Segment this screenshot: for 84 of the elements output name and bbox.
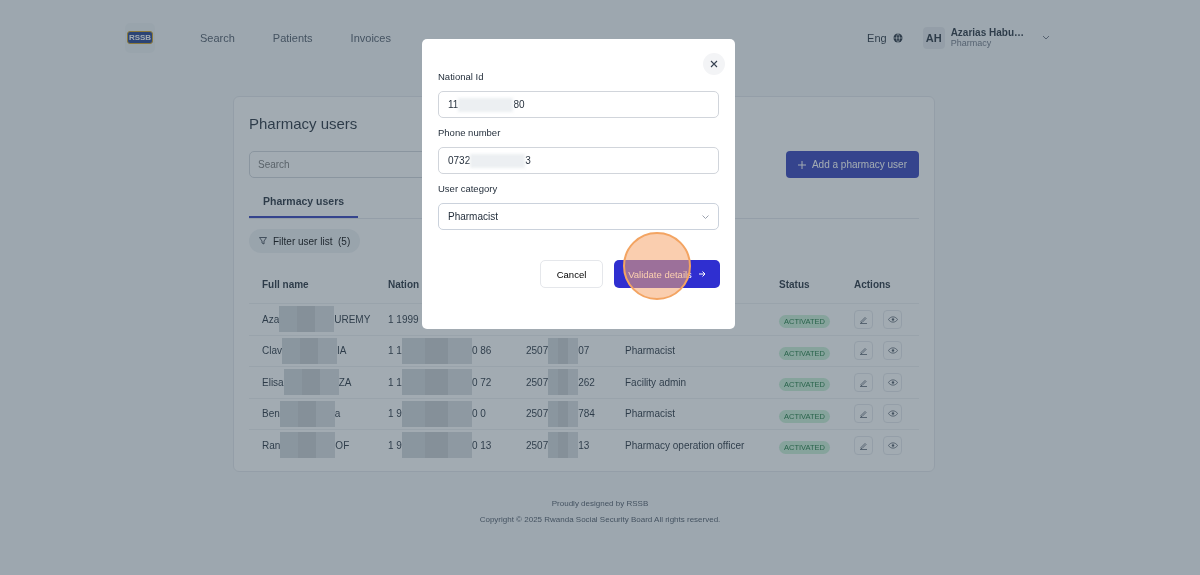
- table-cell: Aza UREMY: [262, 306, 388, 333]
- field-label: National Id: [438, 71, 485, 82]
- nav-link[interactable]: Invoices: [350, 31, 391, 44]
- view-button[interactable]: [883, 372, 902, 392]
- pencil-icon: [859, 409, 868, 419]
- table-cell: 2507 07: [526, 337, 625, 364]
- column-header: Actions: [854, 278, 892, 290]
- redacted-mosaic: [401, 432, 472, 459]
- edit-button[interactable]: [854, 372, 873, 392]
- eye-icon: [887, 410, 898, 418]
- field-label: Phone number: [438, 127, 502, 138]
- table-cell-text: Pharmacist: [625, 345, 676, 357]
- footer-text: Copyright © 2025 Rwanda Social Security Board All rights reserved.: [479, 515, 721, 524]
- eye-icon: [887, 441, 898, 449]
- table-cell: Clav IA: [262, 337, 388, 364]
- close-icon: [710, 60, 718, 68]
- redacted-mosaic: [280, 432, 336, 459]
- eye-icon: [887, 378, 898, 386]
- table-cell: 2507 784: [526, 400, 625, 427]
- view-button[interactable]: [883, 341, 902, 361]
- redacted-mosaic: [548, 400, 579, 427]
- column-header: Nation: [388, 278, 421, 290]
- eye-icon: [887, 347, 898, 355]
- select-field[interactable]: Pharmacist: [438, 203, 719, 230]
- redacted-mosaic: [401, 400, 472, 427]
- table-cell: Elisa ZA: [262, 369, 388, 396]
- arrow-right-icon: [698, 271, 706, 277]
- language-label[interactable]: Eng: [867, 31, 887, 44]
- edit-button[interactable]: [854, 435, 873, 455]
- table-cell-text: Pharmacist: [625, 408, 676, 420]
- plus-icon: [797, 160, 806, 169]
- table-cell: 1 9 0 13: [388, 432, 526, 459]
- input-field[interactable]: 0732 3: [438, 147, 719, 174]
- footer-text: Proudly designed by RSSB: [551, 499, 649, 508]
- column-header: Full name: [262, 278, 310, 290]
- chevron-down-icon[interactable]: [1042, 35, 1050, 40]
- redacted-mosaic: [401, 369, 472, 396]
- cancel-button[interactable]: Cancel: [540, 260, 603, 288]
- page-title: Pharmacy users: [249, 115, 359, 132]
- edit-button[interactable]: [854, 341, 873, 361]
- redacted-mosaic: [283, 369, 339, 396]
- nav-link[interactable]: Search: [200, 31, 235, 44]
- redacted-mosaic: [401, 337, 472, 364]
- redacted-mosaic: [548, 432, 579, 459]
- filter-icon: [259, 237, 267, 245]
- redacted-mosaic: [279, 400, 335, 427]
- column-header: Status: [779, 278, 811, 290]
- table-cell: 1 9 0 0: [388, 400, 526, 427]
- edit-button[interactable]: [854, 404, 873, 424]
- field-label: User category: [438, 183, 499, 194]
- tab[interactable]: Pharmacy users: [249, 195, 359, 218]
- user-role: Pharmacy: [950, 38, 993, 48]
- user-avatar[interactable]: AH: [922, 26, 945, 49]
- close-button[interactable]: [703, 53, 725, 75]
- add-user-button[interactable]: Add a pharmacy user: [785, 151, 919, 178]
- user-name: Azarias Habu…: [950, 27, 1024, 38]
- table-cell: Ran OF: [262, 432, 388, 459]
- edit-button[interactable]: [854, 309, 873, 329]
- redacted-mosaic: [279, 306, 335, 333]
- pencil-icon: [859, 346, 868, 356]
- table-cell: 1 1 0 72: [388, 369, 526, 396]
- view-button[interactable]: [883, 309, 902, 329]
- nav-link[interactable]: Patients: [272, 31, 313, 44]
- table-cell: Ben a: [262, 400, 388, 427]
- table-cell-text: 1 1999: [388, 313, 420, 325]
- pencil-icon: [859, 377, 868, 387]
- view-button[interactable]: [883, 435, 902, 455]
- view-button[interactable]: [883, 404, 902, 424]
- table-cell-text: Facility admin: [625, 376, 688, 388]
- pencil-icon: [859, 440, 868, 450]
- chevron-down-icon: [702, 214, 709, 219]
- redacted-mosaic: [548, 369, 579, 396]
- globe-icon[interactable]: [892, 32, 903, 43]
- eye-icon: [887, 315, 898, 323]
- table-cell: 1 1 0 86: [388, 337, 526, 364]
- pencil-icon: [859, 314, 868, 324]
- input-field[interactable]: 11 80: [438, 91, 719, 118]
- table-cell-text: Pharmacy operation officer: [625, 439, 746, 451]
- filter-button[interactable]: Filter user list (5): [249, 229, 361, 253]
- rssb-logo[interactable]: RSSB: [125, 22, 155, 53]
- table-cell: 2507 262: [526, 369, 625, 396]
- table-cell: 2507 13: [526, 432, 625, 459]
- redacted-mosaic: [548, 337, 579, 364]
- redacted-mosaic: [282, 337, 337, 364]
